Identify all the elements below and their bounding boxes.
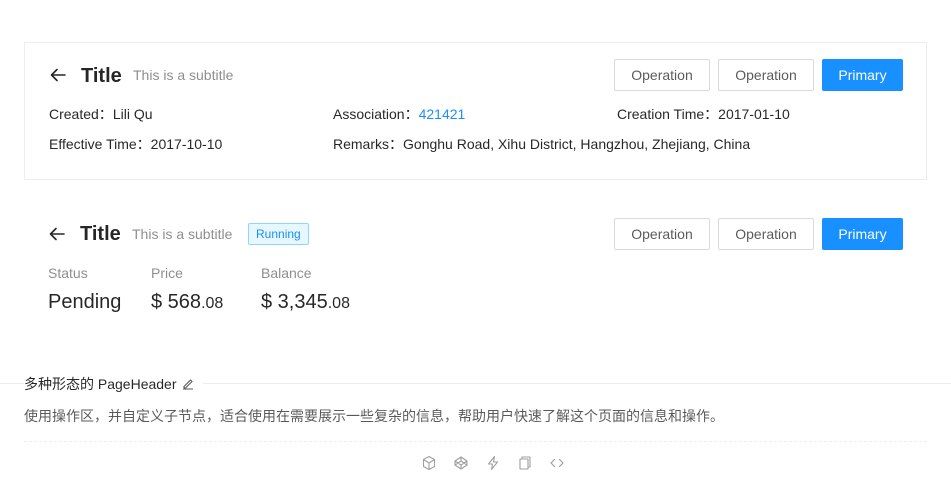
dashed-divider	[24, 441, 927, 442]
page-subtitle: This is a subtitle	[133, 67, 234, 83]
description-label: Effective Time：	[49, 136, 151, 152]
status-tag: Running	[248, 223, 309, 245]
description-effective-time: Effective Time：2017-10-10	[49, 134, 222, 154]
statistic-price: Price $ 568.08	[151, 263, 223, 317]
statistic-value-int: $ 568	[151, 291, 202, 313]
primary-button[interactable]: Primary	[822, 218, 903, 250]
description-label: Remarks：	[333, 136, 404, 152]
description-label: Created：	[49, 106, 113, 122]
statistic-value-int: $ 3,345	[261, 291, 328, 313]
copy-icon[interactable]	[517, 455, 533, 471]
page-title: Title	[81, 65, 122, 87]
statistic-label: Balance	[261, 265, 312, 281]
statistic-value: $ 568.08	[151, 289, 223, 317]
primary-button[interactable]: Primary	[822, 59, 903, 91]
page-header-bordered: Title This is a subtitle Operation Opera…	[24, 42, 927, 180]
thunderbolt-icon[interactable]	[485, 455, 501, 471]
edit-icon[interactable]	[177, 376, 195, 392]
description-association: Association：421421	[333, 104, 465, 124]
statistic-status: Status Pending	[48, 263, 121, 315]
codesandbox-icon[interactable]	[421, 455, 437, 471]
operation-button[interactable]: Operation	[718, 218, 814, 250]
description-remarks: Remarks：Gonghu Road, Xihu District, Hang…	[333, 134, 750, 154]
codepen-icon[interactable]	[453, 455, 469, 471]
operation-button[interactable]: Operation	[614, 59, 710, 91]
statistic-value-decimal: .08	[201, 295, 224, 312]
page-header-with-stats: Title This is a subtitle Running Operati…	[24, 200, 927, 330]
description-value: 2017-01-10	[718, 106, 790, 122]
operation-button[interactable]: Operation	[614, 218, 710, 250]
description-created: Created：Lili Qu	[49, 104, 153, 124]
page-title: Title	[80, 223, 121, 245]
arrow-left-icon[interactable]	[48, 225, 66, 243]
demo-title: 多种形态的 PageHeader	[24, 374, 203, 394]
demo-title-text: 多种形态的 PageHeader	[24, 376, 177, 392]
statistic-label: Status	[48, 265, 88, 281]
statistic-value: Pending	[48, 291, 122, 313]
description-value: 2017-10-10	[150, 136, 223, 152]
association-link[interactable]: 421421	[419, 106, 466, 122]
description-value: Gonghu Road, Xihu District, Hangzhou, Zh…	[403, 136, 751, 152]
operation-button[interactable]: Operation	[718, 59, 814, 91]
statistic-balance: Balance $ 3,345.08	[261, 263, 350, 317]
demo-description: 使用操作区，并自定义子节点，适合使用在需要展示一些复杂的信息，帮助用户快速了解这…	[24, 408, 724, 424]
description-creation-time: Creation Time：2017-01-10	[617, 104, 790, 124]
page-subtitle: This is a subtitle	[132, 226, 233, 242]
statistic-value: $ 3,345.08	[261, 289, 350, 317]
code-actions	[421, 455, 565, 471]
statistic-value-decimal: .08	[327, 295, 350, 312]
arrow-left-icon[interactable]	[49, 66, 67, 84]
statistic-label: Price	[151, 265, 183, 281]
description-value: Lili Qu	[112, 106, 153, 122]
description-label: Association：	[333, 106, 419, 122]
code-icon[interactable]	[549, 455, 565, 471]
description-label: Creation Time：	[617, 106, 719, 122]
